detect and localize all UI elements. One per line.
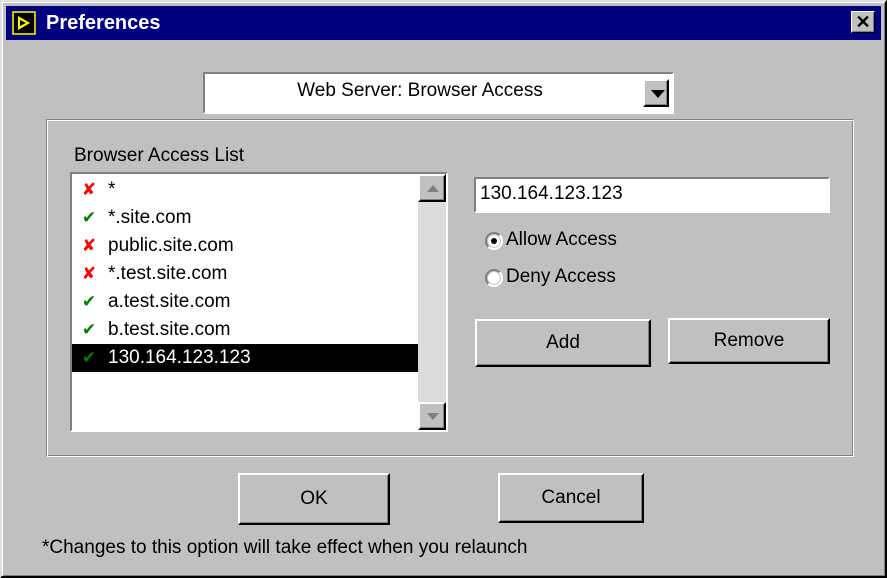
allow-access-label: Allow Access <box>506 229 617 250</box>
browser-access-items: ✘ * ✔ *.site.com ✘ public.site.com ✘ *.test.sit… <box>72 176 418 372</box>
allow-check-icon: ✔ <box>81 292 97 312</box>
browser-access-list[interactable]: ✘ * ✔ *.site.com ✘ public.site.com ✘ *.test.sit… <box>70 172 448 432</box>
add-button[interactable]: Add <box>475 319 651 367</box>
category-dropdown[interactable]: Web Server: Browser Access <box>203 72 674 114</box>
list-item[interactable]: ✔ *.site.com <box>72 204 418 232</box>
address-input[interactable]: 130.164.123.123 <box>474 177 830 213</box>
list-item[interactable]: ✘ public.site.com <box>72 232 418 260</box>
cancel-button[interactable]: Cancel <box>498 473 644 523</box>
list-item-text: * <box>108 179 116 200</box>
window-title: Preferences <box>46 12 161 34</box>
list-item-text: b.test.site.com <box>108 319 231 340</box>
list-item-text: *.test.site.com <box>108 263 228 284</box>
list-item-text: *.site.com <box>108 207 192 228</box>
close-button[interactable]: ✕ <box>851 11 875 33</box>
list-item[interactable]: ✘ *.test.site.com <box>72 260 418 288</box>
scroll-down-button[interactable] <box>418 402 446 430</box>
remove-button[interactable]: Remove <box>668 318 830 364</box>
deny-x-icon: ✘ <box>81 180 97 200</box>
deny-x-icon: ✘ <box>81 236 97 256</box>
allow-check-icon: ✔ <box>81 208 97 228</box>
preferences-window: Preferences ✕ Web Server: Browser Access… <box>0 0 887 578</box>
deny-x-icon: ✘ <box>81 264 97 284</box>
list-scrollbar[interactable] <box>418 174 446 430</box>
radio-selected-dot <box>491 238 497 244</box>
ok-button[interactable]: OK <box>238 473 390 525</box>
list-item[interactable]: ✔ a.test.site.com <box>72 288 418 316</box>
list-item[interactable]: ✔ 130.164.123.123 <box>72 344 418 372</box>
scroll-up-button[interactable] <box>418 174 446 202</box>
category-dropdown-value: Web Server: Browser Access <box>297 80 543 101</box>
title-bar[interactable]: Preferences ✕ <box>6 6 881 40</box>
deny-access-radio-button[interactable] <box>485 269 503 287</box>
browser-access-list-label: Browser Access List <box>74 145 244 166</box>
allow-check-icon: ✔ <box>81 320 97 340</box>
list-item-text: public.site.com <box>108 235 234 256</box>
list-item[interactable]: ✘ * <box>72 176 418 204</box>
allow-check-icon: ✔ <box>81 348 97 368</box>
close-icon: ✕ <box>855 12 871 32</box>
labview-icon <box>12 11 36 35</box>
relaunch-footnote: *Changes to this option will take effect… <box>42 537 528 558</box>
arrow-down-icon <box>427 413 439 420</box>
dropdown-arrow-button[interactable] <box>643 79 669 107</box>
allow-access-radio-button[interactable] <box>485 232 503 250</box>
deny-access-label: Deny Access <box>506 266 616 287</box>
list-item-text: a.test.site.com <box>108 291 231 312</box>
list-item[interactable]: ✔ b.test.site.com <box>72 316 418 344</box>
arrow-up-icon <box>427 185 439 192</box>
list-item-text: 130.164.123.123 <box>108 347 251 368</box>
chevron-down-icon <box>651 90 665 98</box>
